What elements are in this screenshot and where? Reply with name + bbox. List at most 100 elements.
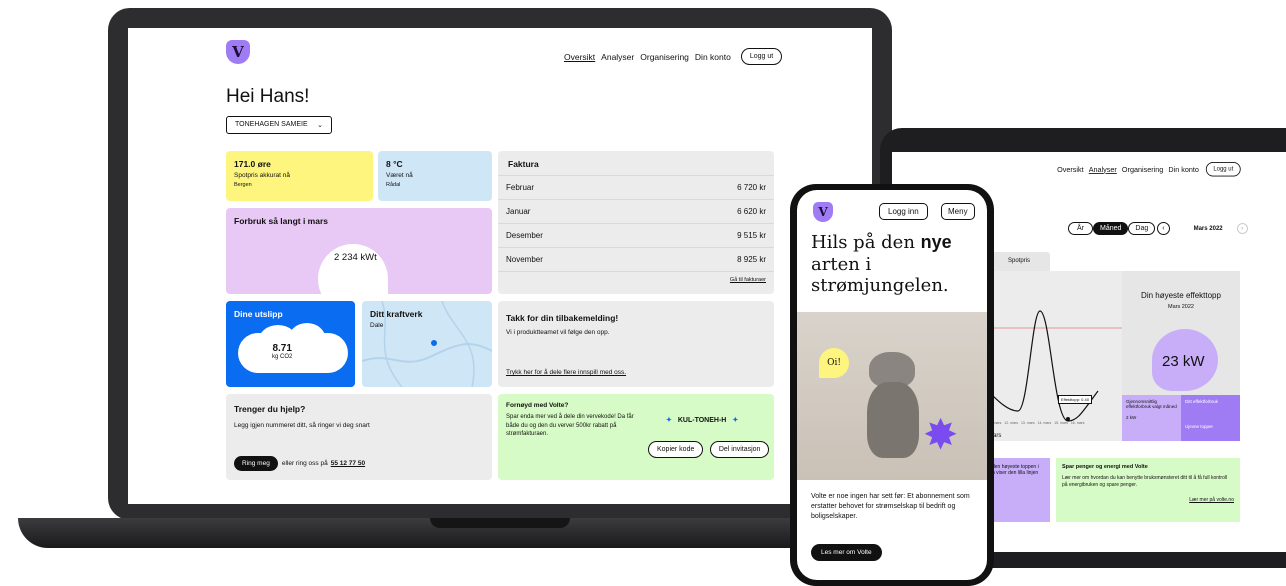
chart-panel: Effekttopp: 0.40 11. mars 12. mars 13. m…	[988, 271, 1122, 441]
logout-button[interactable]: Logg ut	[740, 48, 783, 65]
spot-price-label: Spotpris akkurat nå	[234, 172, 291, 179]
headline-text: Hils på den	[811, 232, 921, 253]
tab-nav-oversikt[interactable]: Oversikt	[1057, 165, 1083, 174]
peak-subtitle: Mars 2022	[1168, 304, 1194, 310]
spot-price-value: 171.0 øre	[234, 159, 271, 169]
invoice-month: Januar	[506, 207, 531, 216]
prev-arrow-icon[interactable]: ‹	[1157, 222, 1170, 235]
share-invite-button[interactable]: Del invitasjon	[709, 441, 770, 458]
call-me-button[interactable]: Ring meg	[234, 456, 278, 471]
menu-button[interactable]: Meny	[941, 203, 975, 220]
headline-bold: nye	[920, 232, 952, 252]
invoice-month: November	[506, 255, 543, 264]
x-tick: 14. mars	[1037, 421, 1052, 425]
read-more-button[interactable]: Les mer om Volte	[811, 544, 882, 561]
invoice-title: Faktura	[508, 159, 539, 169]
weather-label: Været nå	[386, 172, 413, 179]
x-tick: 13. mars	[1020, 421, 1035, 425]
nav-organisering[interactable]: Organisering	[640, 52, 689, 62]
invoice-row[interactable]: Februar 6 720 kr	[498, 175, 774, 200]
referral-title: Fornøyd med Volte?	[506, 402, 569, 409]
nav-din-konto[interactable]: Din konto	[695, 52, 731, 62]
own-power-box[interactable]: Ditt effektforbruk Ujevne topper	[1181, 395, 1240, 441]
power-plant-card[interactable]: Ditt kraftverk Dale	[362, 301, 492, 387]
emissions-unit: kg CO2	[272, 354, 293, 360]
weather-card[interactable]: 8 °C Været nå Rådal	[378, 151, 492, 201]
period-year[interactable]: År	[1068, 222, 1093, 235]
tab-logout-button[interactable]: Logg ut	[1205, 162, 1241, 177]
avg-power-box: Gjennomsnittlig effektforbruk valgt måne…	[1122, 395, 1181, 441]
help-text: Legg igjen nummeret ditt, så ringer vi d…	[234, 422, 370, 429]
referral-text: Spar enda mer ved å dele din vervekode! …	[506, 414, 634, 438]
tip-card: den høyeste toppen i n viser den lilla l…	[988, 458, 1050, 522]
speech-bubble: Oi!	[819, 348, 849, 378]
help-or-text: eller ring oss på	[281, 460, 328, 467]
invoice-row[interactable]: November 8 925 kr	[498, 248, 774, 272]
tab-nav-analyser[interactable]: Analyser	[1089, 165, 1117, 174]
invoice-month: Februar	[506, 183, 535, 192]
feedback-link[interactable]: Trykk her for å dele flere innspill med …	[506, 369, 626, 376]
own-power-link[interactable]: Ujevne topper	[1185, 424, 1236, 429]
invoice-amount: 9 515 kr	[737, 231, 766, 240]
tab-nav-din-konto[interactable]: Din konto	[1168, 165, 1199, 174]
invoice-amount: 8 925 kr	[737, 255, 766, 264]
nav-analyser[interactable]: Analyser	[601, 52, 634, 62]
peak-value: 23 kW	[1162, 353, 1205, 370]
usage-card[interactable]: Forbruk så langt i mars 2 234 kWt	[226, 208, 492, 294]
invoice-row[interactable]: Desember 9 515 kr	[498, 224, 774, 248]
cat-photo: Oi! ✸	[797, 312, 987, 480]
chart-tooltip: Effekttopp: 0.40	[1058, 395, 1092, 404]
phone-body-text: Volte er noe ingen har sett før: Et abon…	[811, 493, 970, 521]
volte-logo[interactable]: V	[226, 40, 250, 64]
referral-card: Fornøyd med Volte? Spar enda mer ved å d…	[498, 394, 774, 480]
save-energy-card: Spar penger og energi med Volte Lær mer …	[1056, 458, 1240, 522]
peak-card: Din høyeste effekttopp Mars 2022 23 kW G…	[1122, 271, 1240, 441]
own-power-label: Ditt effektforbruk	[1185, 399, 1218, 404]
invoice-amount: 6 720 kr	[737, 183, 766, 192]
help-title: Trenger du hjelp?	[234, 404, 306, 414]
headline-text: arten i strømjungelen.	[811, 253, 949, 297]
phone-screen: V Logg inn Meny Hils på den nye arten i …	[797, 190, 987, 580]
invoice-month: Desember	[506, 231, 543, 240]
phone-logo[interactable]: V	[813, 202, 833, 222]
invoices-link[interactable]: Gå til fakturaer	[498, 272, 774, 288]
cloud-puff	[288, 323, 326, 357]
emissions-card[interactable]: Dine utslipp 8.71 kg CO2	[226, 301, 355, 387]
save-text: Lær mer om hvordan du kan benytte bruksm…	[1062, 475, 1228, 488]
x-tick: 12. mars	[1004, 421, 1018, 425]
copy-code-button[interactable]: Kopier kode	[648, 441, 704, 458]
feedback-card: Takk for din tilbakemelding! Vi i produk…	[498, 301, 774, 387]
spot-price-card[interactable]: 171.0 øre Spotpris akkurat nå Bergen	[226, 151, 373, 201]
power-line-chart	[988, 310, 1122, 422]
peak-title: Din høyeste effekttopp	[1141, 291, 1221, 300]
weather-place: Rådal	[386, 182, 401, 188]
sparkle-icon: ✦	[666, 417, 672, 424]
phone-headline: Hils på den nye arten i strømjungelen.	[811, 232, 977, 297]
period-day[interactable]: Dag	[1128, 222, 1156, 235]
invoice-row[interactable]: Januar 6 620 kr	[498, 200, 774, 224]
laptop-notch	[430, 518, 570, 528]
x-tick: 15. mars	[1054, 421, 1068, 425]
period-month[interactable]: Måned	[1093, 222, 1129, 235]
login-button[interactable]: Logg inn	[879, 203, 928, 220]
usage-title: Forbruk så langt i mars	[234, 216, 328, 226]
save-link[interactable]: Lær mer på volte.no	[1062, 497, 1234, 503]
org-select[interactable]: TONEHAGEN SAMEIE ⌄	[226, 116, 332, 134]
tip-text: n viser den lilla linjen	[992, 470, 1039, 476]
sparkle-icon: ✦	[732, 417, 739, 424]
tab-spotpris[interactable]: Spotpris	[988, 252, 1050, 271]
weather-value: 8 °C	[386, 159, 403, 169]
next-arrow-icon[interactable]: ›	[1236, 223, 1248, 234]
help-phone-link[interactable]: 55 12 77 50	[331, 460, 365, 467]
spot-price-place: Bergen	[234, 182, 252, 188]
nav-oversikt[interactable]: Oversikt	[564, 52, 595, 62]
selected-month: Mars 2022	[1193, 225, 1223, 232]
laptop-screen: V Oversikt Analyser Organisering Din kon…	[128, 28, 872, 504]
tab-nav-organisering[interactable]: Organisering	[1122, 165, 1163, 174]
avg-power-label: Gjennomsnittlig effektforbruk valgt måne…	[1126, 399, 1177, 409]
feedback-title: Takk for din tilbakemelding!	[506, 313, 619, 323]
org-select-value: TONEHAGEN SAMEIE	[235, 121, 308, 128]
x-tick: 16. mars	[1070, 421, 1085, 425]
referral-code: KUL-TONEH-H	[677, 416, 727, 424]
main-nav: Oversikt Analyser Organisering Din konto…	[558, 48, 783, 65]
